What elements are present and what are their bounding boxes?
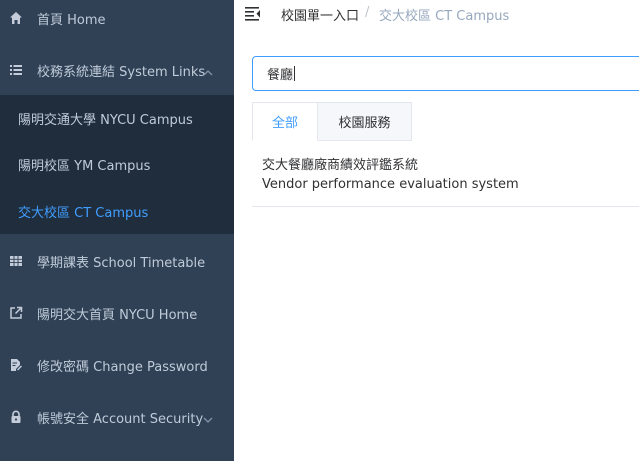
menu-item-home[interactable]: 首頁 Home — [0, 0, 234, 36]
menu-item-system-links[interactable]: 校務系統連結 System Links — [0, 46, 234, 94]
text-caret — [294, 66, 296, 81]
content-area: 餐廳 全部 校園服務 交大餐廳廠商績效評鑑系統 Vendor performan… — [234, 36, 639, 461]
breadcrumb-item-portal[interactable]: 校園單一入口 — [281, 5, 359, 24]
menu-item-label: 校務系統連結 System Links — [37, 64, 206, 80]
list-icon — [9, 63, 23, 77]
home-icon — [9, 11, 23, 25]
result-title-zh: 交大餐廳廠商績效評鑑系統 — [262, 158, 419, 173]
submenu-item-label: 交大校區 CT Campus — [18, 205, 149, 221]
breadcrumb-item-current: 交大校區 CT Campus — [379, 9, 510, 24]
chevron-down-icon — [202, 411, 214, 423]
search-card: 餐廳 全部 校園服務 交大餐廳廠商績效評鑑系統 Vendor performan… — [234, 36, 639, 461]
menu-item-label: 學期課表 School Timetable — [37, 255, 206, 271]
menu-item-change-password[interactable]: 修改密碼 Change Password — [0, 341, 234, 389]
menu-item-label: 首頁 Home — [37, 12, 106, 28]
list-item[interactable]: 交大餐廳廠商績效評鑑系統 Vendor performance evaluati… — [252, 146, 639, 207]
sidebar: 首頁 Home 校務系統連結 System Links 陽明交通大學 NYCU … — [0, 0, 234, 461]
breadcrumb-separator: / — [365, 5, 370, 20]
menu-item-label: 帳號安全 Account Security — [37, 411, 204, 427]
menu-item-timetable[interactable]: 學期課表 School Timetable — [0, 237, 234, 285]
menu-item-label: 陽明交大首頁 NYCU Home — [37, 307, 198, 323]
edit-icon — [9, 358, 23, 372]
grid-icon — [9, 254, 23, 268]
tab-label: 全部 — [271, 116, 298, 131]
result-title-en: Vendor performance evaluation system — [262, 177, 519, 192]
tab-bar: 全部 校園服務 — [252, 102, 639, 141]
submenu-item-label: 陽明交通大學 NYCU Campus — [18, 112, 193, 128]
tab-campus-services[interactable]: 校園服務 — [318, 102, 412, 141]
search-input-value: 餐廳 — [267, 68, 294, 83]
tab-all[interactable]: 全部 — [252, 102, 318, 141]
submenu-system-links: 陽明交通大學 NYCU Campus 陽明校區 YM Campus 交大校區 C… — [0, 95, 234, 234]
hamburger-icon[interactable] — [245, 6, 261, 22]
menu-item-account-security[interactable]: 帳號安全 Account Security — [0, 393, 234, 441]
menu-item-nycu-home[interactable]: 陽明交大首頁 NYCU Home — [0, 289, 234, 337]
navbar: 校園單一入口 / 交大校區 CT Campus — [234, 0, 639, 36]
tab-label: 校園服務 — [338, 116, 391, 131]
submenu-item-label: 陽明校區 YM Campus — [18, 158, 151, 174]
search-input[interactable]: 餐廳 — [252, 56, 639, 91]
menu-item-label: 修改密碼 Change Password — [37, 359, 208, 375]
external-link-icon — [9, 306, 23, 320]
chevron-up-icon — [202, 64, 214, 76]
submenu-item-ym-campus[interactable]: 陽明校區 YM Campus — [0, 141, 234, 187]
lock-icon — [9, 410, 23, 424]
submenu-item-nycu-campus[interactable]: 陽明交通大學 NYCU Campus — [0, 95, 234, 141]
submenu-item-ct-campus[interactable]: 交大校區 CT Campus — [0, 188, 234, 234]
main-area: 校園單一入口 / 交大校區 CT Campus 餐廳 全部 校園服務 交大餐廳廠… — [234, 0, 639, 461]
